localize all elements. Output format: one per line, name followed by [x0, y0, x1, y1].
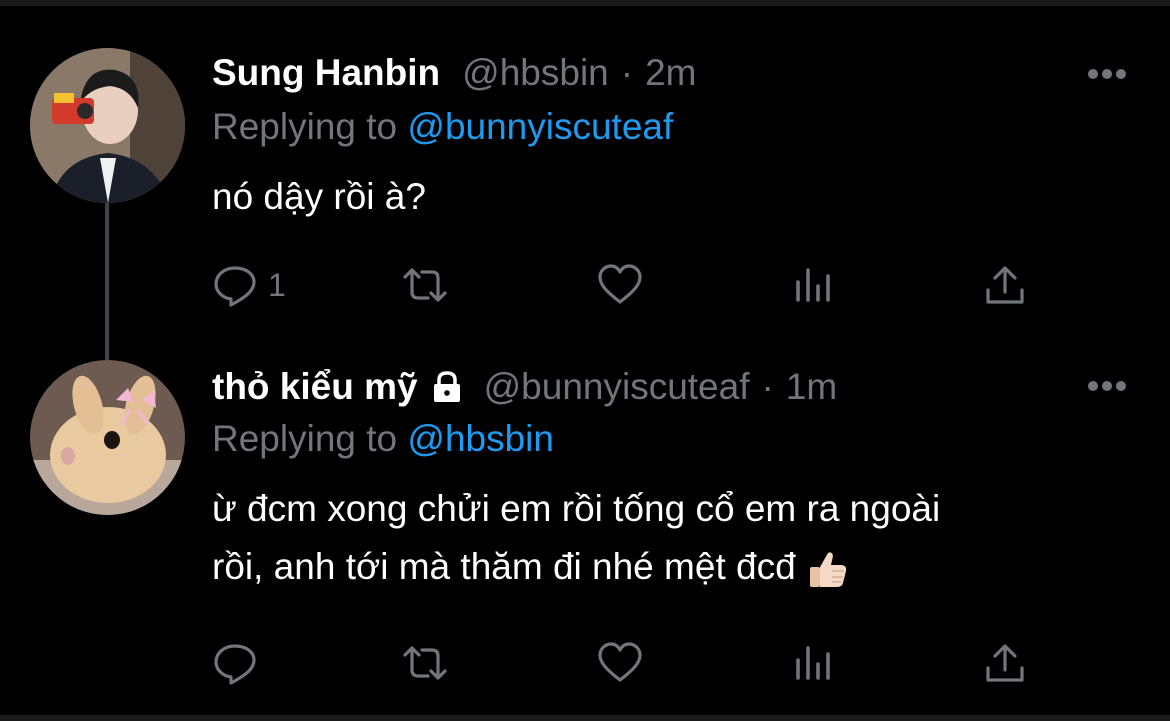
share-icon	[986, 266, 1024, 304]
separator: ·	[761, 366, 774, 407]
share-button[interactable]	[982, 640, 1028, 686]
thumbs-up-icon	[809, 552, 847, 588]
reply-count: 1	[268, 266, 286, 303]
tweet-header: Sung Hanbin @hbsbin · 2m	[212, 52, 696, 94]
share-icon	[986, 644, 1024, 682]
tweet-text-line: ừ đcm xong chửi em rồi tống cổ em ra ngo…	[212, 488, 941, 529]
more-options-icon[interactable]	[1087, 380, 1127, 392]
retweet-button[interactable]	[402, 262, 448, 308]
lock-icon	[433, 371, 460, 402]
replying-prefix: Replying to	[212, 418, 398, 459]
tweet-header: thỏ kiểu mỹ @bunnyiscuteaf · 1m	[212, 366, 837, 408]
person-avatar-icon	[30, 48, 185, 203]
reply-button[interactable]	[212, 640, 258, 686]
avatar[interactable]	[30, 48, 185, 203]
tweet-text-line-with-emoji: rồi, anh tới mà thăm đi nhé mệt đcđ	[212, 538, 940, 596]
more-options-icon[interactable]	[1087, 68, 1127, 80]
reply-button[interactable]: 1	[212, 262, 286, 308]
reply-mention-link[interactable]: @hbsbin	[407, 418, 554, 459]
retweet-button[interactable]	[402, 640, 448, 686]
replying-prefix: Replying to	[212, 106, 398, 147]
tweet-1[interactable]: Sung Hanbin @hbsbin · 2m Replying to @bu…	[0, 0, 1170, 360]
analytics-icon	[796, 646, 830, 680]
thread-connector	[105, 200, 109, 360]
analytics-icon	[796, 268, 830, 302]
display-name[interactable]: thỏ kiểu mỹ	[212, 366, 418, 408]
heart-icon	[598, 642, 642, 682]
separator: ·	[620, 52, 634, 93]
reply-icon	[214, 644, 256, 685]
timestamp[interactable]: 1m	[786, 366, 837, 408]
avatar[interactable]	[30, 360, 185, 515]
share-button[interactable]	[982, 262, 1028, 308]
retweet-icon	[403, 268, 447, 302]
bottom-border	[0, 715, 1170, 721]
user-handle[interactable]: @bunnyiscuteaf	[484, 366, 750, 408]
action-bar: 1	[212, 262, 1052, 312]
reply-mention-link[interactable]: @bunnyiscuteaf	[407, 106, 673, 147]
analytics-button[interactable]	[790, 262, 836, 308]
like-button[interactable]	[597, 262, 643, 308]
tweet-2[interactable]: thỏ kiểu mỹ @bunnyiscuteaf · 1m Replying…	[0, 340, 1170, 715]
action-bar	[212, 640, 1052, 690]
analytics-button[interactable]	[790, 640, 836, 686]
retweet-icon	[403, 646, 447, 680]
display-name[interactable]: Sung Hanbin	[212, 52, 440, 94]
tweet-text: nó dậy rồi à?	[212, 168, 426, 226]
replying-to: Replying to @hbsbin	[212, 418, 554, 460]
bunny-avatar-icon	[30, 360, 185, 515]
timestamp[interactable]: 2m	[645, 52, 696, 94]
heart-icon	[598, 264, 642, 304]
like-button[interactable]	[597, 640, 643, 686]
tweet-text-line: nó dậy rồi à?	[212, 176, 426, 217]
user-handle[interactable]: @hbsbin	[462, 52, 609, 94]
tweet-text: ừ đcm xong chửi em rồi tống cổ em ra ngo…	[212, 480, 940, 596]
reply-icon	[214, 266, 256, 307]
replying-to: Replying to @bunnyiscuteaf	[212, 106, 673, 148]
tweet-text-line: rồi, anh tới mà thăm đi nhé mệt đcđ	[212, 546, 796, 587]
